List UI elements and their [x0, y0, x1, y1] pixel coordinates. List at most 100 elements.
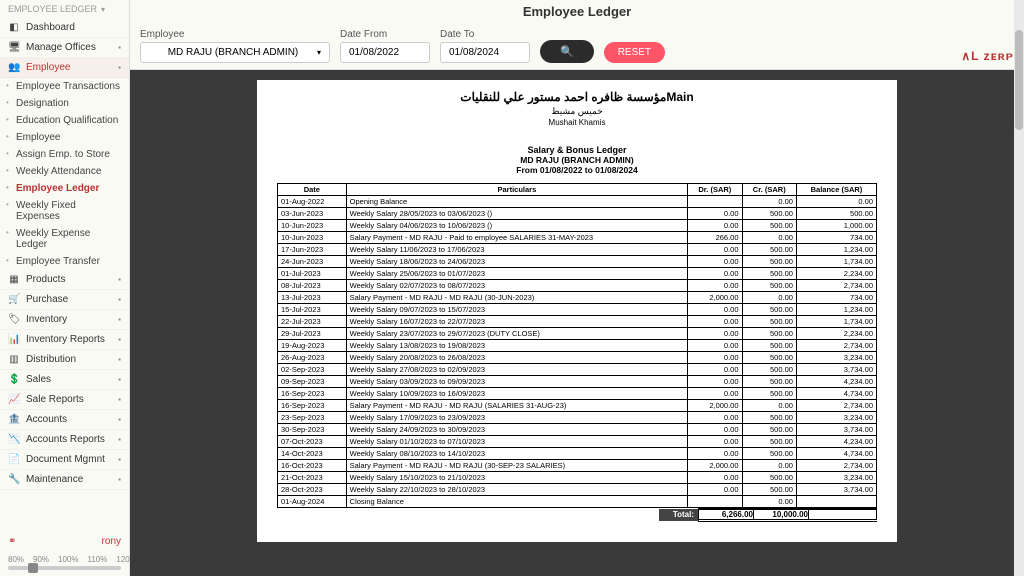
- zoom-level[interactable]: 100%: [58, 555, 78, 564]
- table-row: 08-Jul-2023Weekly Salary 02/07/2023 to 0…: [278, 280, 877, 292]
- zoom-slider[interactable]: [8, 566, 121, 570]
- company-title: مؤسسة ظافره احمد مستور علي للنقلياتMain: [277, 90, 877, 104]
- nav-sub-employee-transfer[interactable]: Employee Transfer: [0, 253, 129, 270]
- nav: ◧Dashboard🖥Manage Offices▪👥Employee▪Empl…: [0, 18, 129, 490]
- nav-item-inventory[interactable]: 🏷 Inventory ▪: [0, 310, 129, 330]
- username: rony: [102, 536, 121, 547]
- nav-sub-education-qualification[interactable]: Education Qualification: [0, 112, 129, 129]
- nav-label: Maintenance: [26, 474, 112, 485]
- zoom-level[interactable]: 80%: [8, 555, 24, 564]
- report-range: From 01/08/2022 to 01/08/2024: [277, 165, 877, 175]
- date-from-input[interactable]: 01/08/2022: [340, 42, 430, 63]
- expand-icon: ▪: [118, 315, 121, 324]
- scrollbar-vertical[interactable]: [1014, 0, 1024, 576]
- nav-item-dashboard[interactable]: ◧ Dashboard: [0, 18, 129, 38]
- nav-item-inventory-reports[interactable]: 📊Inventory Reports▪: [0, 330, 129, 350]
- nav-item-sales[interactable]: 💲Sales▪: [0, 370, 129, 390]
- nav-icon: ◧: [8, 22, 20, 33]
- report-viewport[interactable]: مؤسسة ظافره احمد مستور علي للنقلياتMain …: [130, 70, 1024, 576]
- nav-item-sale-reports[interactable]: 📈Sale Reports▪: [0, 390, 129, 410]
- table-row: 26-Aug-2023Weekly Salary 20/08/2023 to 2…: [278, 352, 877, 364]
- nav-sub-weekly-attendance[interactable]: Weekly Attendance: [0, 163, 129, 180]
- scrollbar-thumb[interactable]: [1015, 30, 1023, 130]
- nav-item-manage-offices[interactable]: 🖥 Manage Offices ▪: [0, 38, 129, 58]
- nav-item-distribution[interactable]: ▥Distribution▪: [0, 350, 129, 370]
- table-row: 16-Sep-2023Salary Payment - MD RAJU - MD…: [278, 400, 877, 412]
- expand-icon: ▪: [118, 295, 121, 304]
- total-label: Total:: [659, 509, 699, 521]
- search-icon: 🔍: [560, 46, 574, 58]
- sidebar-header: EMPLOYEE LEDGER ▾: [0, 0, 129, 18]
- nav-item-employee[interactable]: 👥Employee▪: [0, 58, 129, 78]
- zoom-handle[interactable]: [28, 563, 38, 573]
- nav-sub-designation[interactable]: Designation: [0, 95, 129, 112]
- nav-label: Sale Reports: [26, 394, 112, 405]
- table-row: 19-Aug-2023Weekly Salary 13/08/2023 to 1…: [278, 340, 877, 352]
- nav-item-maintenance[interactable]: 🔧Maintenance▪: [0, 470, 129, 490]
- nav-sub-weekly-expense-ledger[interactable]: Weekly Expense Ledger: [0, 225, 129, 253]
- table-row: 16-Sep-2023Weekly Salary 10/09/2023 to 1…: [278, 388, 877, 400]
- expand-icon: ▪: [118, 455, 121, 464]
- nav-item-document-mgmnt[interactable]: 📄 Document Mgmnt ▪: [0, 450, 129, 470]
- nav-icon: 🖥: [8, 42, 20, 53]
- sidebar: EMPLOYEE LEDGER ▾ ◧ Dashboard 🖥 Manage Offi…: [0, 0, 130, 576]
- chevron-down-icon[interactable]: ▾: [101, 5, 105, 14]
- table-row: 13-Jul-2023Salary Payment - MD RAJU - MD…: [278, 292, 877, 304]
- expand-icon: ▪: [118, 435, 121, 444]
- total-cr: 10,000.00: [754, 509, 809, 521]
- table-row: 16-Oct-2023Salary Payment - MD RAJU - MD…: [278, 460, 877, 472]
- expand-icon: ▪: [118, 63, 121, 72]
- employee-select[interactable]: MD RAJU (BRANCH ADMIN) ▾: [140, 42, 330, 63]
- table-row: 14-Oct-2023Weekly Salary 08/10/2023 to 1…: [278, 448, 877, 460]
- table-row: 15-Jul-2023Weekly Salary 09/07/2023 to 1…: [278, 304, 877, 316]
- employee-value: MD RAJU (BRANCH ADMIN): [149, 47, 317, 58]
- nav-icon: 🏷: [8, 314, 20, 325]
- nav-label: Purchase: [26, 294, 112, 305]
- table-row: 28-Oct-2023Weekly Salary 22/10/2023 to 2…: [278, 484, 877, 496]
- nav-sub-employee-transactions[interactable]: Employee Transactions: [0, 78, 129, 95]
- expand-icon: ▪: [118, 43, 121, 52]
- nav-item-accounts-reports[interactable]: 📉Accounts Reports▪: [0, 430, 129, 450]
- nav-label: Inventory: [26, 314, 112, 325]
- nav-icon: 📈: [8, 394, 20, 405]
- col-header: Particulars: [346, 184, 687, 196]
- zoom-level[interactable]: 110%: [88, 555, 108, 564]
- nav-icon: ▦: [8, 274, 20, 285]
- nav-sub-employee[interactable]: Employee: [0, 129, 129, 146]
- nav-item-accounts[interactable]: 🏦Accounts▪: [0, 410, 129, 430]
- chevron-down-icon: ▾: [317, 48, 321, 57]
- nav-icon: 👥: [8, 62, 20, 73]
- table-row: 01-Jul-2023Weekly Salary 25/06/2023 to 0…: [278, 268, 877, 280]
- nav-label: Inventory Reports: [26, 334, 112, 345]
- nav-sub-weekly-fixed-expenses[interactable]: Weekly Fixed Expenses: [0, 197, 129, 225]
- table-row: 02-Sep-2023Weekly Salary 27/08/2023 to 0…: [278, 364, 877, 376]
- table-row: 24-Jun-2023Weekly Salary 18/06/2023 to 2…: [278, 256, 877, 268]
- report-title: Salary & Bonus Ledger: [277, 145, 877, 155]
- nav-item-products[interactable]: ▦Products▪: [0, 270, 129, 290]
- nav-item-purchase[interactable]: 🛒Purchase▪: [0, 290, 129, 310]
- nav-label: Dashboard: [26, 22, 121, 33]
- table-row: 10-Jun-2023Salary Payment - MD RAJU - Pa…: [278, 232, 877, 244]
- nav-label: Document Mgmnt: [26, 454, 112, 465]
- expand-icon: ▪: [118, 375, 121, 384]
- col-header: Date: [278, 184, 347, 196]
- employee-label: Employee: [140, 29, 330, 40]
- table-row: 03-Jun-2023Weekly Salary 28/05/2023 to 0…: [278, 208, 877, 220]
- zoom-control[interactable]: 80%90%100%110%120%: [0, 553, 129, 576]
- nav-icon: 📄: [8, 454, 20, 465]
- nav-sub-employee-ledger[interactable]: Employee Ledger: [0, 180, 129, 197]
- footer-icon[interactable]: ⚭: [8, 536, 16, 547]
- nav-icon: 💲: [8, 374, 20, 385]
- reset-button[interactable]: RESET: [604, 42, 665, 63]
- report-emp: MD RAJU (BRANCH ADMIN): [277, 155, 877, 165]
- nav-label: Manage Offices: [26, 42, 112, 53]
- date-to-input[interactable]: 01/08/2024: [440, 42, 530, 63]
- nav-sub-assign-emp.-to-store[interactable]: Assign Emp. to Store: [0, 146, 129, 163]
- col-header: Dr. (SAR): [688, 184, 742, 196]
- date-from-label: Date From: [340, 29, 430, 40]
- report-page: مؤسسة ظافره احمد مستور علي للنقلياتMain …: [257, 80, 897, 542]
- date-to-label: Date To: [440, 29, 530, 40]
- expand-icon: ▪: [118, 415, 121, 424]
- table-row: 10-Jun-2023Weekly Salary 04/06/2023 to 1…: [278, 220, 877, 232]
- search-button[interactable]: 🔍: [540, 40, 594, 63]
